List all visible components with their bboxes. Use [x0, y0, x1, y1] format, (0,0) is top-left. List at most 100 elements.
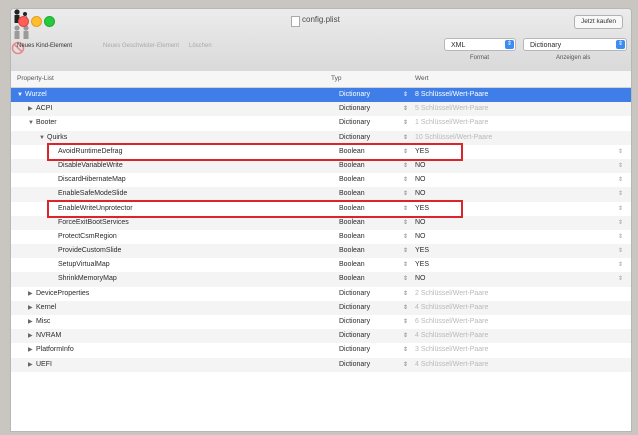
table-row[interactable]: ShrinkMemoryMap Boolean ⇕ NO ⇕: [11, 272, 631, 287]
row-value[interactable]: NO: [415, 173, 426, 187]
row-type[interactable]: Boolean: [339, 187, 365, 201]
value-stepper-icon[interactable]: ⇕: [618, 173, 623, 187]
type-stepper-icon[interactable]: ⇕: [403, 287, 408, 301]
row-type[interactable]: Boolean: [339, 244, 365, 258]
type-stepper-icon[interactable]: ⇕: [403, 358, 408, 372]
row-type[interactable]: Boolean: [339, 258, 365, 272]
row-type[interactable]: Dictionary: [339, 116, 370, 130]
type-stepper-icon[interactable]: ⇕: [403, 315, 408, 329]
table-row[interactable]: ▶ ACPI Dictionary ⇕ 5 Schlüssel/Wert-Paare: [11, 102, 631, 117]
type-stepper-icon[interactable]: ⇕: [403, 173, 408, 187]
disclosure-closed-icon[interactable]: ▶: [28, 329, 36, 343]
table-row[interactable]: ProtectCsmRegion Boolean ⇕ NO ⇕: [11, 230, 631, 244]
value-stepper-icon[interactable]: ⇕: [618, 145, 623, 159]
table-row[interactable]: SetupVirtualMap Boolean ⇕ YES ⇕: [11, 258, 631, 272]
type-stepper-icon[interactable]: ⇕: [403, 159, 408, 173]
column-header-key[interactable]: Property-List: [17, 71, 54, 87]
table-row[interactable]: ▼ Booter Dictionary ⇕ 1 Schlüssel/Wert-Paare: [11, 116, 631, 130]
disclosure-open-icon[interactable]: ▼: [17, 88, 25, 102]
value-stepper-icon[interactable]: ⇕: [618, 202, 623, 216]
disclosure-closed-icon[interactable]: ▶: [28, 343, 36, 357]
row-type[interactable]: Boolean: [339, 216, 365, 230]
row-value[interactable]: YES: [415, 145, 429, 159]
type-stepper-icon[interactable]: ⇕: [403, 145, 408, 159]
type-stepper-icon[interactable]: ⇕: [403, 301, 408, 315]
format-select[interactable]: XML ⇕: [444, 38, 516, 51]
table-row[interactable]: DisableVariableWrite Boolean ⇕ NO ⇕: [11, 158, 631, 174]
type-stepper-icon[interactable]: ⇕: [403, 131, 408, 145]
row-type[interactable]: Dictionary: [339, 88, 370, 102]
disclosure-closed-icon[interactable]: ▶: [28, 358, 36, 372]
table-row[interactable]: ▶ Kernel Dictionary ⇕ 4 Schlüssel/Wert-Paare: [11, 300, 631, 315]
row-type[interactable]: Dictionary: [339, 102, 370, 116]
table-row[interactable]: ▶ UEFI Dictionary ⇕ 4 Schlüssel/Wert-Paare: [11, 357, 631, 372]
table-row[interactable]: ▶ DeviceProperties Dictionary ⇕ 2 Schlüssel/…: [11, 287, 631, 301]
column-header-value[interactable]: Wert: [415, 71, 429, 87]
row-type[interactable]: Dictionary: [339, 131, 370, 145]
type-stepper-icon[interactable]: ⇕: [403, 258, 408, 272]
type-stepper-icon[interactable]: ⇕: [403, 272, 408, 286]
row-value[interactable]: NO: [415, 230, 426, 244]
table-row[interactable]: ▼ Wurzel Dictionary ⇕ 8 Schlüssel/Wert-Paare: [11, 88, 631, 103]
row-type[interactable]: Boolean: [339, 230, 365, 244]
table-row[interactable]: ▶ PlatformInfo Dictionary ⇕ 3 Schlüssel/Wert…: [11, 343, 631, 357]
column-header-type[interactable]: Typ: [331, 71, 341, 87]
type-stepper-icon[interactable]: ⇕: [403, 116, 408, 130]
row-type[interactable]: Dictionary: [339, 287, 370, 301]
table-row[interactable]: DiscardHibernateMap Boolean ⇕ NO ⇕: [11, 173, 631, 187]
type-stepper-icon[interactable]: ⇕: [403, 216, 408, 230]
table-row[interactable]: EnableSafeModeSlide Boolean ⇕ NO ⇕: [11, 187, 631, 202]
value-stepper-icon[interactable]: ⇕: [618, 216, 623, 230]
show-as-select[interactable]: Dictionary ⇕: [523, 38, 627, 51]
type-stepper-icon[interactable]: ⇕: [403, 202, 408, 216]
row-type[interactable]: Dictionary: [339, 301, 370, 315]
minimize-window-button[interactable]: [31, 16, 42, 27]
table-row[interactable]: ▶ Misc Dictionary ⇕ 6 Schlüssel/Wert-Paare: [11, 315, 631, 329]
row-type[interactable]: Boolean: [339, 173, 365, 187]
row-value[interactable]: NO: [415, 272, 426, 286]
table-row[interactable]: AvoidRuntimeDefrag Boolean ⇕ YES ⇕: [11, 145, 631, 159]
type-stepper-icon[interactable]: ⇕: [403, 102, 408, 116]
table-row[interactable]: ▶ NVRAM Dictionary ⇕ 4 Schlüssel/Wert-Paare: [11, 329, 631, 344]
type-stepper-icon[interactable]: ⇕: [403, 343, 408, 357]
table-row[interactable]: ForceExitBootServices Boolean ⇕ NO ⇕: [11, 215, 631, 230]
row-value[interactable]: YES: [415, 244, 429, 258]
row-value[interactable]: YES: [415, 258, 429, 272]
value-stepper-icon[interactable]: ⇕: [618, 244, 623, 258]
row-type[interactable]: Boolean: [339, 272, 365, 286]
row-type[interactable]: Dictionary: [339, 358, 370, 372]
disclosure-closed-icon[interactable]: ▶: [28, 315, 36, 329]
disclosure-closed-icon[interactable]: ▶: [28, 301, 36, 315]
type-stepper-icon[interactable]: ⇕: [403, 88, 408, 102]
row-value[interactable]: NO: [415, 159, 426, 173]
disclosure-closed-icon[interactable]: ▶: [28, 287, 36, 301]
row-type[interactable]: Dictionary: [339, 343, 370, 357]
row-type[interactable]: Boolean: [339, 202, 365, 216]
type-stepper-icon[interactable]: ⇕: [403, 187, 408, 201]
value-stepper-icon[interactable]: ⇕: [618, 159, 623, 173]
value-stepper-icon[interactable]: ⇕: [618, 258, 623, 272]
row-type[interactable]: Dictionary: [339, 315, 370, 329]
table-row[interactable]: ProvideCustomSlide Boolean ⇕ YES ⇕: [11, 244, 631, 259]
close-window-button[interactable]: [18, 16, 29, 27]
type-stepper-icon[interactable]: ⇕: [403, 244, 408, 258]
disclosure-open-icon[interactable]: ▼: [39, 131, 47, 145]
zoom-window-button[interactable]: [44, 16, 55, 27]
row-value[interactable]: NO: [415, 216, 426, 230]
disclosure-closed-icon[interactable]: ▶: [28, 102, 36, 116]
row-key-label: EnableSafeModeSlide: [58, 190, 128, 198]
buy-now-button[interactable]: Jetzt kaufen: [573, 15, 623, 29]
row-value[interactable]: NO: [415, 187, 426, 201]
row-type[interactable]: Dictionary: [339, 329, 370, 343]
value-stepper-icon[interactable]: ⇕: [618, 272, 623, 286]
row-type[interactable]: Boolean: [339, 145, 365, 159]
table-row[interactable]: ▼ Quirks Dictionary ⇕ 10 Schlüssel/Wert-Paar…: [11, 130, 631, 145]
row-type[interactable]: Boolean: [339, 159, 365, 173]
disclosure-open-icon[interactable]: ▼: [28, 116, 36, 130]
value-stepper-icon[interactable]: ⇕: [618, 187, 623, 201]
type-stepper-icon[interactable]: ⇕: [403, 329, 408, 343]
value-stepper-icon[interactable]: ⇕: [618, 230, 623, 244]
table-row[interactable]: EnableWriteUnprotector Boolean ⇕ YES ⇕: [11, 202, 631, 216]
row-value[interactable]: YES: [415, 202, 429, 216]
type-stepper-icon[interactable]: ⇕: [403, 230, 408, 244]
